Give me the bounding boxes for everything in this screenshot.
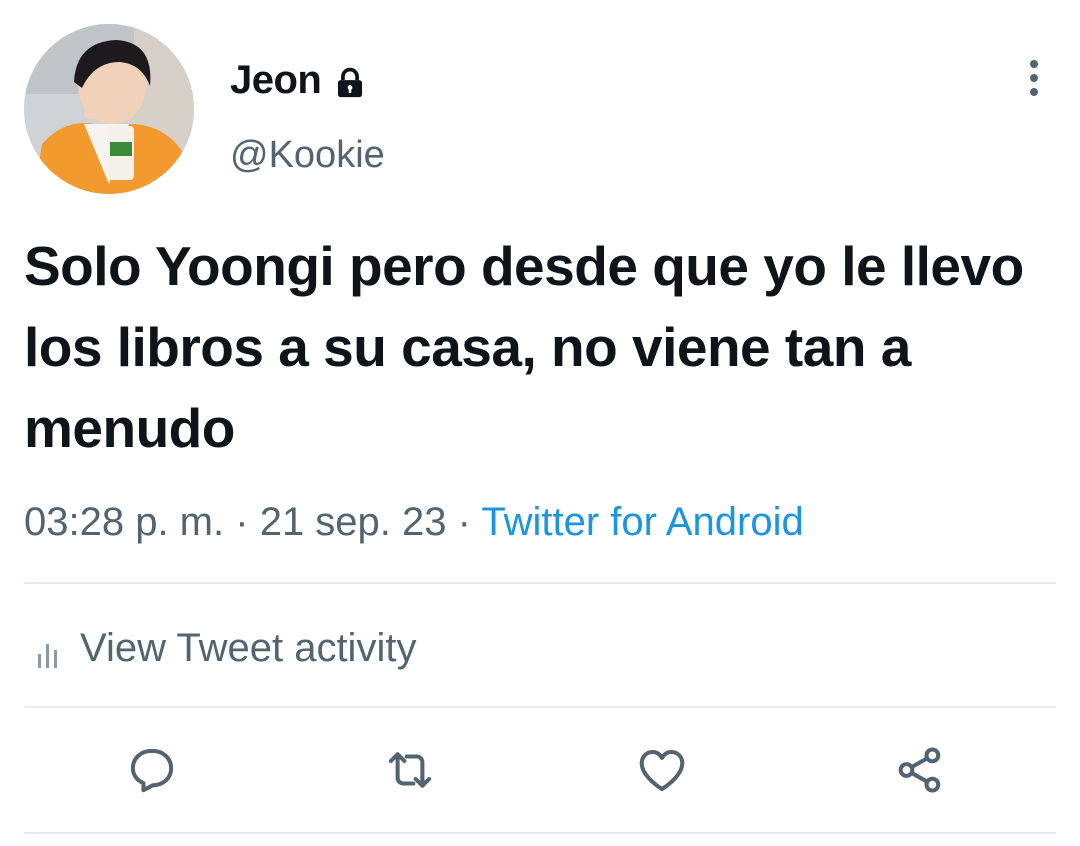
lock-icon xyxy=(333,63,367,98)
retweet-icon xyxy=(388,752,432,788)
share-button[interactable] xyxy=(888,738,952,802)
like-button[interactable] xyxy=(630,738,694,802)
avatar[interactable] xyxy=(24,24,194,194)
tweet-meta: 03:28 p. m. · 21 sep. 23 · Twitter for A… xyxy=(24,494,804,550)
like-icon xyxy=(639,749,685,792)
more-options-icon[interactable] xyxy=(1014,56,1054,100)
tweet-text: Solo Yoongi pero desde que yo le llevo l… xyxy=(24,235,1024,459)
tweet-source-link[interactable]: Twitter for Android xyxy=(481,500,803,544)
display-name[interactable]: Jeon xyxy=(230,56,367,104)
user-handle[interactable]: @Kookie xyxy=(230,132,385,178)
meta-separator: · xyxy=(457,500,471,544)
retweet-button[interactable] xyxy=(378,738,442,802)
share-icon xyxy=(898,747,941,793)
meta-separator: · xyxy=(235,500,249,544)
bar-chart-icon xyxy=(34,631,62,668)
profile-photo xyxy=(24,24,194,194)
divider xyxy=(24,832,1056,834)
tweet-time[interactable]: 03:28 p. m. xyxy=(24,500,224,544)
activity-label: View Tweet activity xyxy=(80,626,417,670)
reply-button[interactable] xyxy=(120,738,184,802)
display-name-text: Jeon xyxy=(230,58,322,102)
view-tweet-activity-link[interactable]: View Tweet activity xyxy=(34,620,416,676)
divider xyxy=(24,706,1056,708)
action-bar xyxy=(0,738,1080,802)
divider xyxy=(24,582,1056,584)
tweet-date[interactable]: 21 sep. 23 xyxy=(260,500,447,544)
reply-icon xyxy=(130,748,174,793)
